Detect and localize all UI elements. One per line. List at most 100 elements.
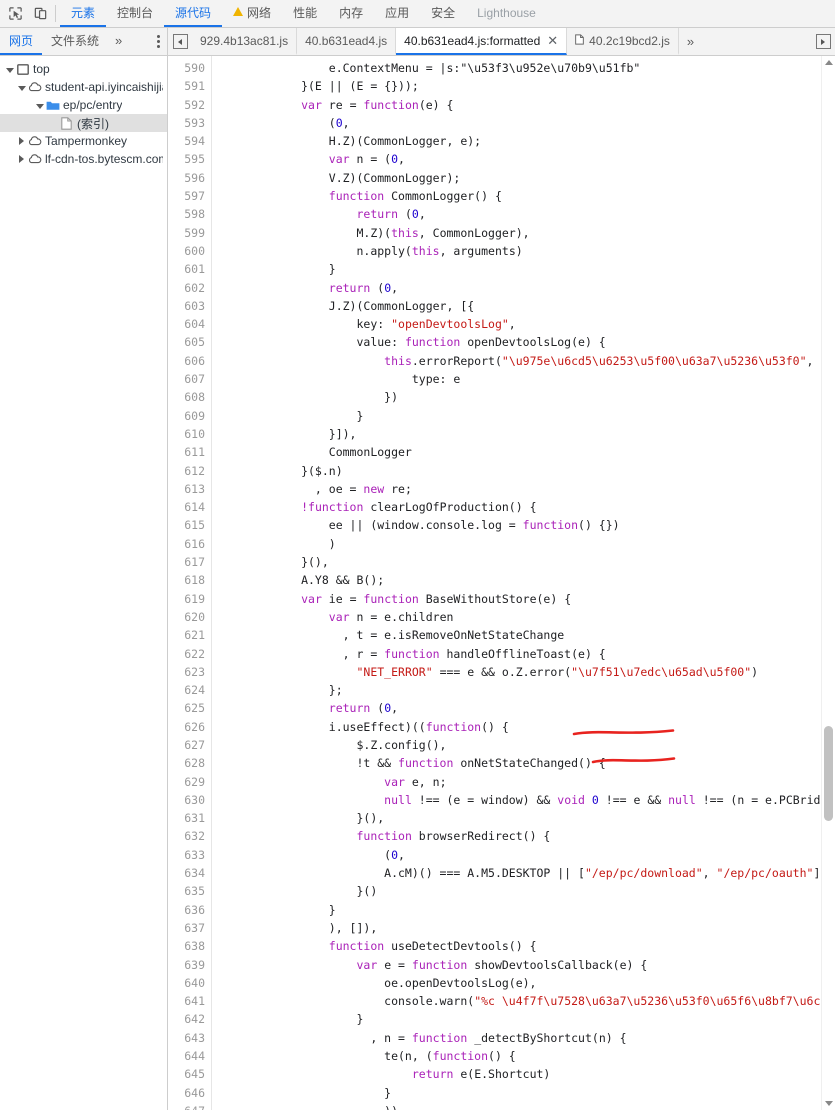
code-line[interactable]: }]), bbox=[212, 425, 835, 443]
code-line[interactable]: )) bbox=[212, 1102, 835, 1110]
tab-elements[interactable]: 元素 bbox=[60, 0, 107, 27]
file-tab-40-2c19bcd2[interactable]: 40.2c19bcd2.js bbox=[567, 28, 679, 55]
code-content[interactable]: e.ContextMenu = |s:"\u53f3\u952e\u70b9\u… bbox=[212, 56, 835, 1110]
code-line[interactable]: te(n, (function() { bbox=[212, 1047, 835, 1065]
code-line[interactable]: value: function openDevtoolsLog(e) { bbox=[212, 333, 835, 351]
code-line[interactable]: A.Y8 && B(); bbox=[212, 571, 835, 589]
code-line[interactable]: }; bbox=[212, 681, 835, 699]
code-line[interactable]: , n = function _detectByShortcut(n) { bbox=[212, 1029, 835, 1047]
code-line[interactable]: } bbox=[212, 901, 835, 919]
file-tab-40-b631ead4[interactable]: 40.b631ead4.js bbox=[297, 28, 397, 55]
code-line[interactable]: , r = function handleOfflineToast(e) { bbox=[212, 645, 835, 663]
code-line[interactable]: }) bbox=[212, 388, 835, 406]
tab-performance[interactable]: 性能 bbox=[282, 0, 328, 27]
code-line[interactable]: var e, n; bbox=[212, 773, 835, 791]
code-line[interactable]: "NET_ERROR" === e && o.Z.error("\u7f51\u… bbox=[212, 663, 835, 681]
chevron-right-icon[interactable] bbox=[16, 152, 27, 166]
code-line[interactable]: } bbox=[212, 1010, 835, 1028]
code-line[interactable]: this.errorReport("\u975e\u6cd5\u6253\u5f… bbox=[212, 352, 835, 370]
code-line[interactable]: J.Z)(CommonLogger, [{ bbox=[212, 297, 835, 315]
code-line[interactable]: return (0, bbox=[212, 205, 835, 223]
tab-network[interactable]: 网络 bbox=[222, 0, 282, 27]
file-tab-40-b631ead4-formatted[interactable]: 40.b631ead4.js:formatted ✕ bbox=[396, 28, 568, 55]
code-line[interactable]: }(), bbox=[212, 553, 835, 571]
code-line[interactable]: !t && function onNetStateChanged() { bbox=[212, 754, 835, 772]
tree-item-domain[interactable]: student-api.iyincaishijiao bbox=[0, 78, 167, 96]
more-tabs-icon[interactable]: » bbox=[679, 28, 702, 55]
tree-item-cdn-domain[interactable]: lf-cdn-tos.bytescm.com bbox=[0, 150, 167, 168]
code-line[interactable]: } bbox=[212, 1084, 835, 1102]
code-line[interactable]: function useDetectDevtools() { bbox=[212, 937, 835, 955]
code-line[interactable]: null !== (e = window) && void 0 !== e &&… bbox=[212, 791, 835, 809]
scroll-tabs-right-icon[interactable] bbox=[811, 34, 835, 49]
tree-item-index-document[interactable]: (索引) bbox=[0, 114, 167, 132]
editor-vertical-scrollbar[interactable] bbox=[821, 56, 835, 1110]
code-line[interactable]: console.warn("%c \u4f7f\u7528\u63a7\u523… bbox=[212, 992, 835, 1010]
code-line[interactable]: }($.n) bbox=[212, 462, 835, 480]
code-line[interactable]: n.apply(this, arguments) bbox=[212, 242, 835, 260]
code-line[interactable]: key: "openDevtoolsLog", bbox=[212, 315, 835, 333]
code-line[interactable]: return (0, bbox=[212, 279, 835, 297]
navigator-tab-filesystem[interactable]: 文件系统 bbox=[42, 28, 108, 55]
file-tab-929[interactable]: 929.4b13ac81.js bbox=[192, 28, 298, 55]
tab-console[interactable]: 控制台 bbox=[106, 0, 164, 27]
code-line[interactable]: function browserRedirect() { bbox=[212, 827, 835, 845]
code-line[interactable]: (0, bbox=[212, 114, 835, 132]
tab-application[interactable]: 应用 bbox=[374, 0, 420, 27]
code-line[interactable]: var n = e.children bbox=[212, 608, 835, 626]
code-line[interactable]: ), []), bbox=[212, 919, 835, 937]
scroll-down-arrow-icon[interactable] bbox=[825, 1101, 833, 1106]
code-line[interactable]: return (0, bbox=[212, 699, 835, 717]
code-line[interactable]: , t = e.isRemoveOnNetStateChange bbox=[212, 626, 835, 644]
tab-security[interactable]: 安全 bbox=[420, 0, 466, 27]
code-line[interactable]: } bbox=[212, 260, 835, 278]
code-line[interactable]: $.Z.config(), bbox=[212, 736, 835, 754]
code-line[interactable]: ) bbox=[212, 535, 835, 553]
tree-item-top[interactable]: top bbox=[0, 60, 167, 78]
close-icon[interactable]: ✕ bbox=[547, 34, 558, 47]
code-line[interactable]: var re = function(e) { bbox=[212, 96, 835, 114]
code-line[interactable]: i.useEffect)((function() { bbox=[212, 718, 835, 736]
code-line[interactable]: var ie = function BaseWithoutStore(e) { bbox=[212, 590, 835, 608]
code-line[interactable]: A.cM)() === A.M5.DESKTOP || ["/ep/pc/dow… bbox=[212, 864, 835, 882]
code-line[interactable]: H.Z)(CommonLogger, e); bbox=[212, 132, 835, 150]
tab-lighthouse[interactable]: Lighthouse bbox=[466, 0, 547, 27]
code-line[interactable]: }(), bbox=[212, 809, 835, 827]
code-line[interactable]: }() bbox=[212, 882, 835, 900]
code-line[interactable]: V.Z)(CommonLogger); bbox=[212, 169, 835, 187]
code-line[interactable]: oe.openDevtoolsLog(e), bbox=[212, 974, 835, 992]
scroll-up-arrow-icon[interactable] bbox=[825, 60, 833, 65]
device-toolbar-icon[interactable] bbox=[31, 5, 49, 23]
code-line[interactable]: function CommonLogger() { bbox=[212, 187, 835, 205]
code-line[interactable]: !function clearLogOfProduction() { bbox=[212, 498, 835, 516]
tab-memory[interactable]: 内存 bbox=[328, 0, 374, 27]
scroll-tabs-left-icon[interactable] bbox=[168, 28, 192, 55]
code-line[interactable]: , oe = new re; bbox=[212, 480, 835, 498]
code-line[interactable]: return e(E.Shortcut) bbox=[212, 1065, 835, 1083]
line-number: 602 bbox=[184, 280, 205, 295]
warning-triangle-icon bbox=[233, 7, 244, 16]
chevron-down-icon[interactable] bbox=[4, 62, 15, 76]
code-line[interactable]: } bbox=[212, 407, 835, 425]
code-line[interactable]: type: e bbox=[212, 370, 835, 388]
code-line[interactable]: CommonLogger bbox=[212, 443, 835, 461]
chevron-down-icon[interactable] bbox=[34, 98, 45, 112]
inspect-cursor-icon[interactable] bbox=[6, 5, 24, 23]
tree-item-tampermonkey[interactable]: Tampermonkey bbox=[0, 132, 167, 150]
more-options-icon[interactable] bbox=[150, 28, 167, 55]
code-line[interactable]: M.Z)(this, CommonLogger), bbox=[212, 224, 835, 242]
code-line[interactable]: }(E || (E = {})); bbox=[212, 77, 835, 95]
tree-item-folder[interactable]: ep/pc/entry bbox=[0, 96, 167, 114]
tab-sources[interactable]: 源代码 bbox=[164, 0, 223, 27]
chevron-down-icon[interactable] bbox=[16, 80, 27, 94]
code-editor[interactable]: 590 591 592 593 594 595 596 597 598 599 600 601 602 6… bbox=[168, 56, 835, 1110]
code-line[interactable]: ee || (window.console.log = function() {… bbox=[212, 516, 835, 534]
navigator-tab-page[interactable]: 网页 bbox=[0, 28, 43, 55]
chevron-right-icon[interactable] bbox=[16, 134, 27, 148]
code-line[interactable]: var e = function showDevtoolsCallback(e)… bbox=[212, 956, 835, 974]
code-line[interactable]: e.ContextMenu = |s:"\u53f3\u952e\u70b9\u… bbox=[212, 59, 835, 77]
scrollbar-thumb[interactable] bbox=[824, 726, 833, 821]
code-line[interactable]: (0, bbox=[212, 846, 835, 864]
navigator-more-tabs-icon[interactable]: » bbox=[108, 28, 129, 55]
code-line[interactable]: var n = (0, bbox=[212, 150, 835, 168]
